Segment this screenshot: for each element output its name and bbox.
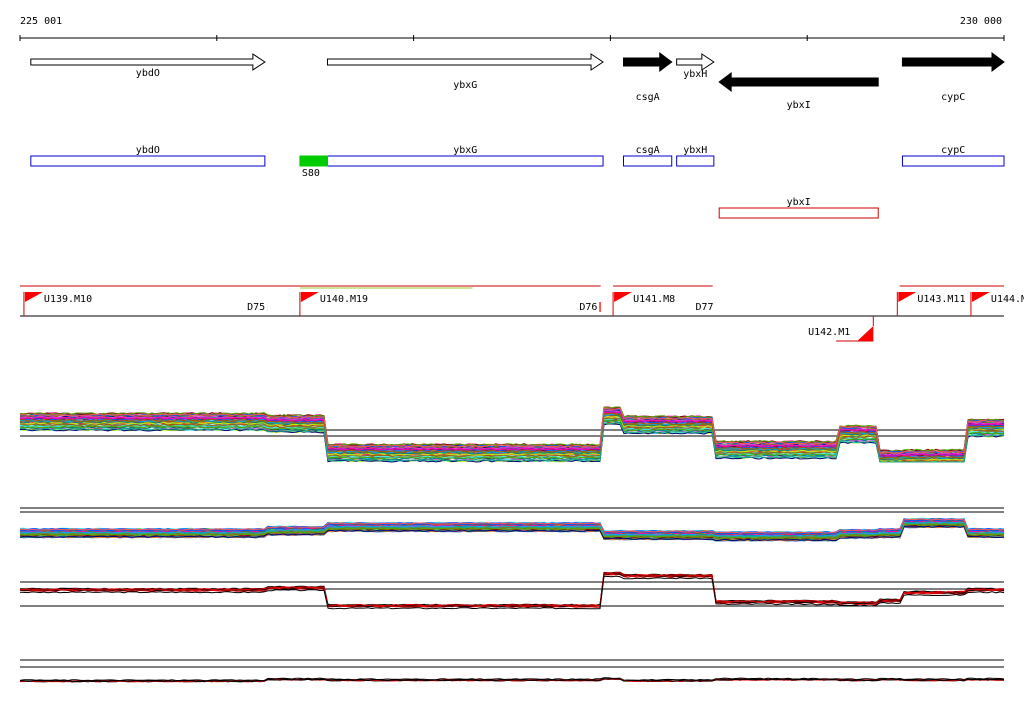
- annotation-label: ybxI: [787, 197, 811, 208]
- expression-tracks: [19, 406, 1005, 683]
- gene-arrow: [676, 53, 715, 71]
- segment-label: U143.M11: [917, 294, 965, 305]
- gene-arrow: [623, 52, 673, 72]
- gene-label: ybxH: [683, 69, 707, 80]
- segment-flag: [300, 292, 319, 302]
- annotation-track: ybdO ybxG csgA ybxH cypC ybxI S80: [30, 145, 1005, 219]
- segment-label: U144.M: [991, 294, 1024, 305]
- feature-label: S80: [302, 168, 320, 179]
- annotation-label: ybdO: [136, 145, 160, 156]
- gene-label: ybxG: [453, 80, 477, 91]
- segment-track: U139.M10 U140.M19 U141.M8 U143.M11 U144.M U14…: [20, 285, 1024, 342]
- segment-flag: [971, 292, 990, 302]
- genome-browser: 225 001 230 000 ybdO ybxG csgA ybxH ybxI cypC…: [19, 16, 1024, 683]
- annotation-box: [676, 155, 715, 167]
- expression-panel-3: [19, 571, 1005, 610]
- annotation-box: [30, 155, 266, 167]
- segment-label: U141.M8: [633, 294, 675, 305]
- segment-lower-label: U142.M1: [808, 327, 850, 338]
- down-marker: [599, 302, 601, 312]
- gene-track: ybdO ybxG csgA ybxH ybxI cypC: [30, 52, 1005, 111]
- gene-label: csgA: [636, 92, 660, 103]
- gene-arrow: [901, 52, 1005, 72]
- segment-label: U140.M19: [320, 294, 368, 305]
- segment-flag: [898, 292, 917, 302]
- annotation-label: ybxG: [453, 145, 477, 156]
- gene-label: ybxI: [787, 100, 811, 111]
- ruler-start-label: 225 001: [20, 16, 62, 27]
- gene-label: cypC: [941, 92, 965, 103]
- annotation-label: csgA: [636, 145, 660, 156]
- expression-panel-2: [19, 507, 1005, 542]
- expression-panel-1: [19, 406, 1005, 463]
- down-marker-label: D77: [695, 302, 713, 313]
- annotation-box: [901, 155, 1005, 167]
- segment-label: U139.M10: [44, 294, 92, 305]
- segment-flag: [614, 292, 633, 302]
- coordinate-ruler: 225 001 230 000: [19, 16, 1005, 41]
- annotation-box: [326, 155, 604, 167]
- segment-lower-flag: [857, 326, 874, 341]
- gene-arrow: [718, 72, 879, 92]
- feature-box: [299, 155, 328, 167]
- annotation-label: cypC: [941, 145, 965, 156]
- annotation-label: ybxH: [683, 145, 707, 156]
- annotation-box: [718, 207, 879, 219]
- segment-flag: [24, 292, 43, 302]
- gene-label: ybdO: [136, 68, 160, 79]
- gene-arrow: [326, 53, 604, 71]
- down-marker-label: D75: [247, 302, 265, 313]
- ruler-end-label: 230 000: [960, 16, 1002, 27]
- down-marker-label: D76: [579, 302, 597, 313]
- expression-panel-4: [19, 659, 1005, 683]
- annotation-box: [623, 155, 673, 167]
